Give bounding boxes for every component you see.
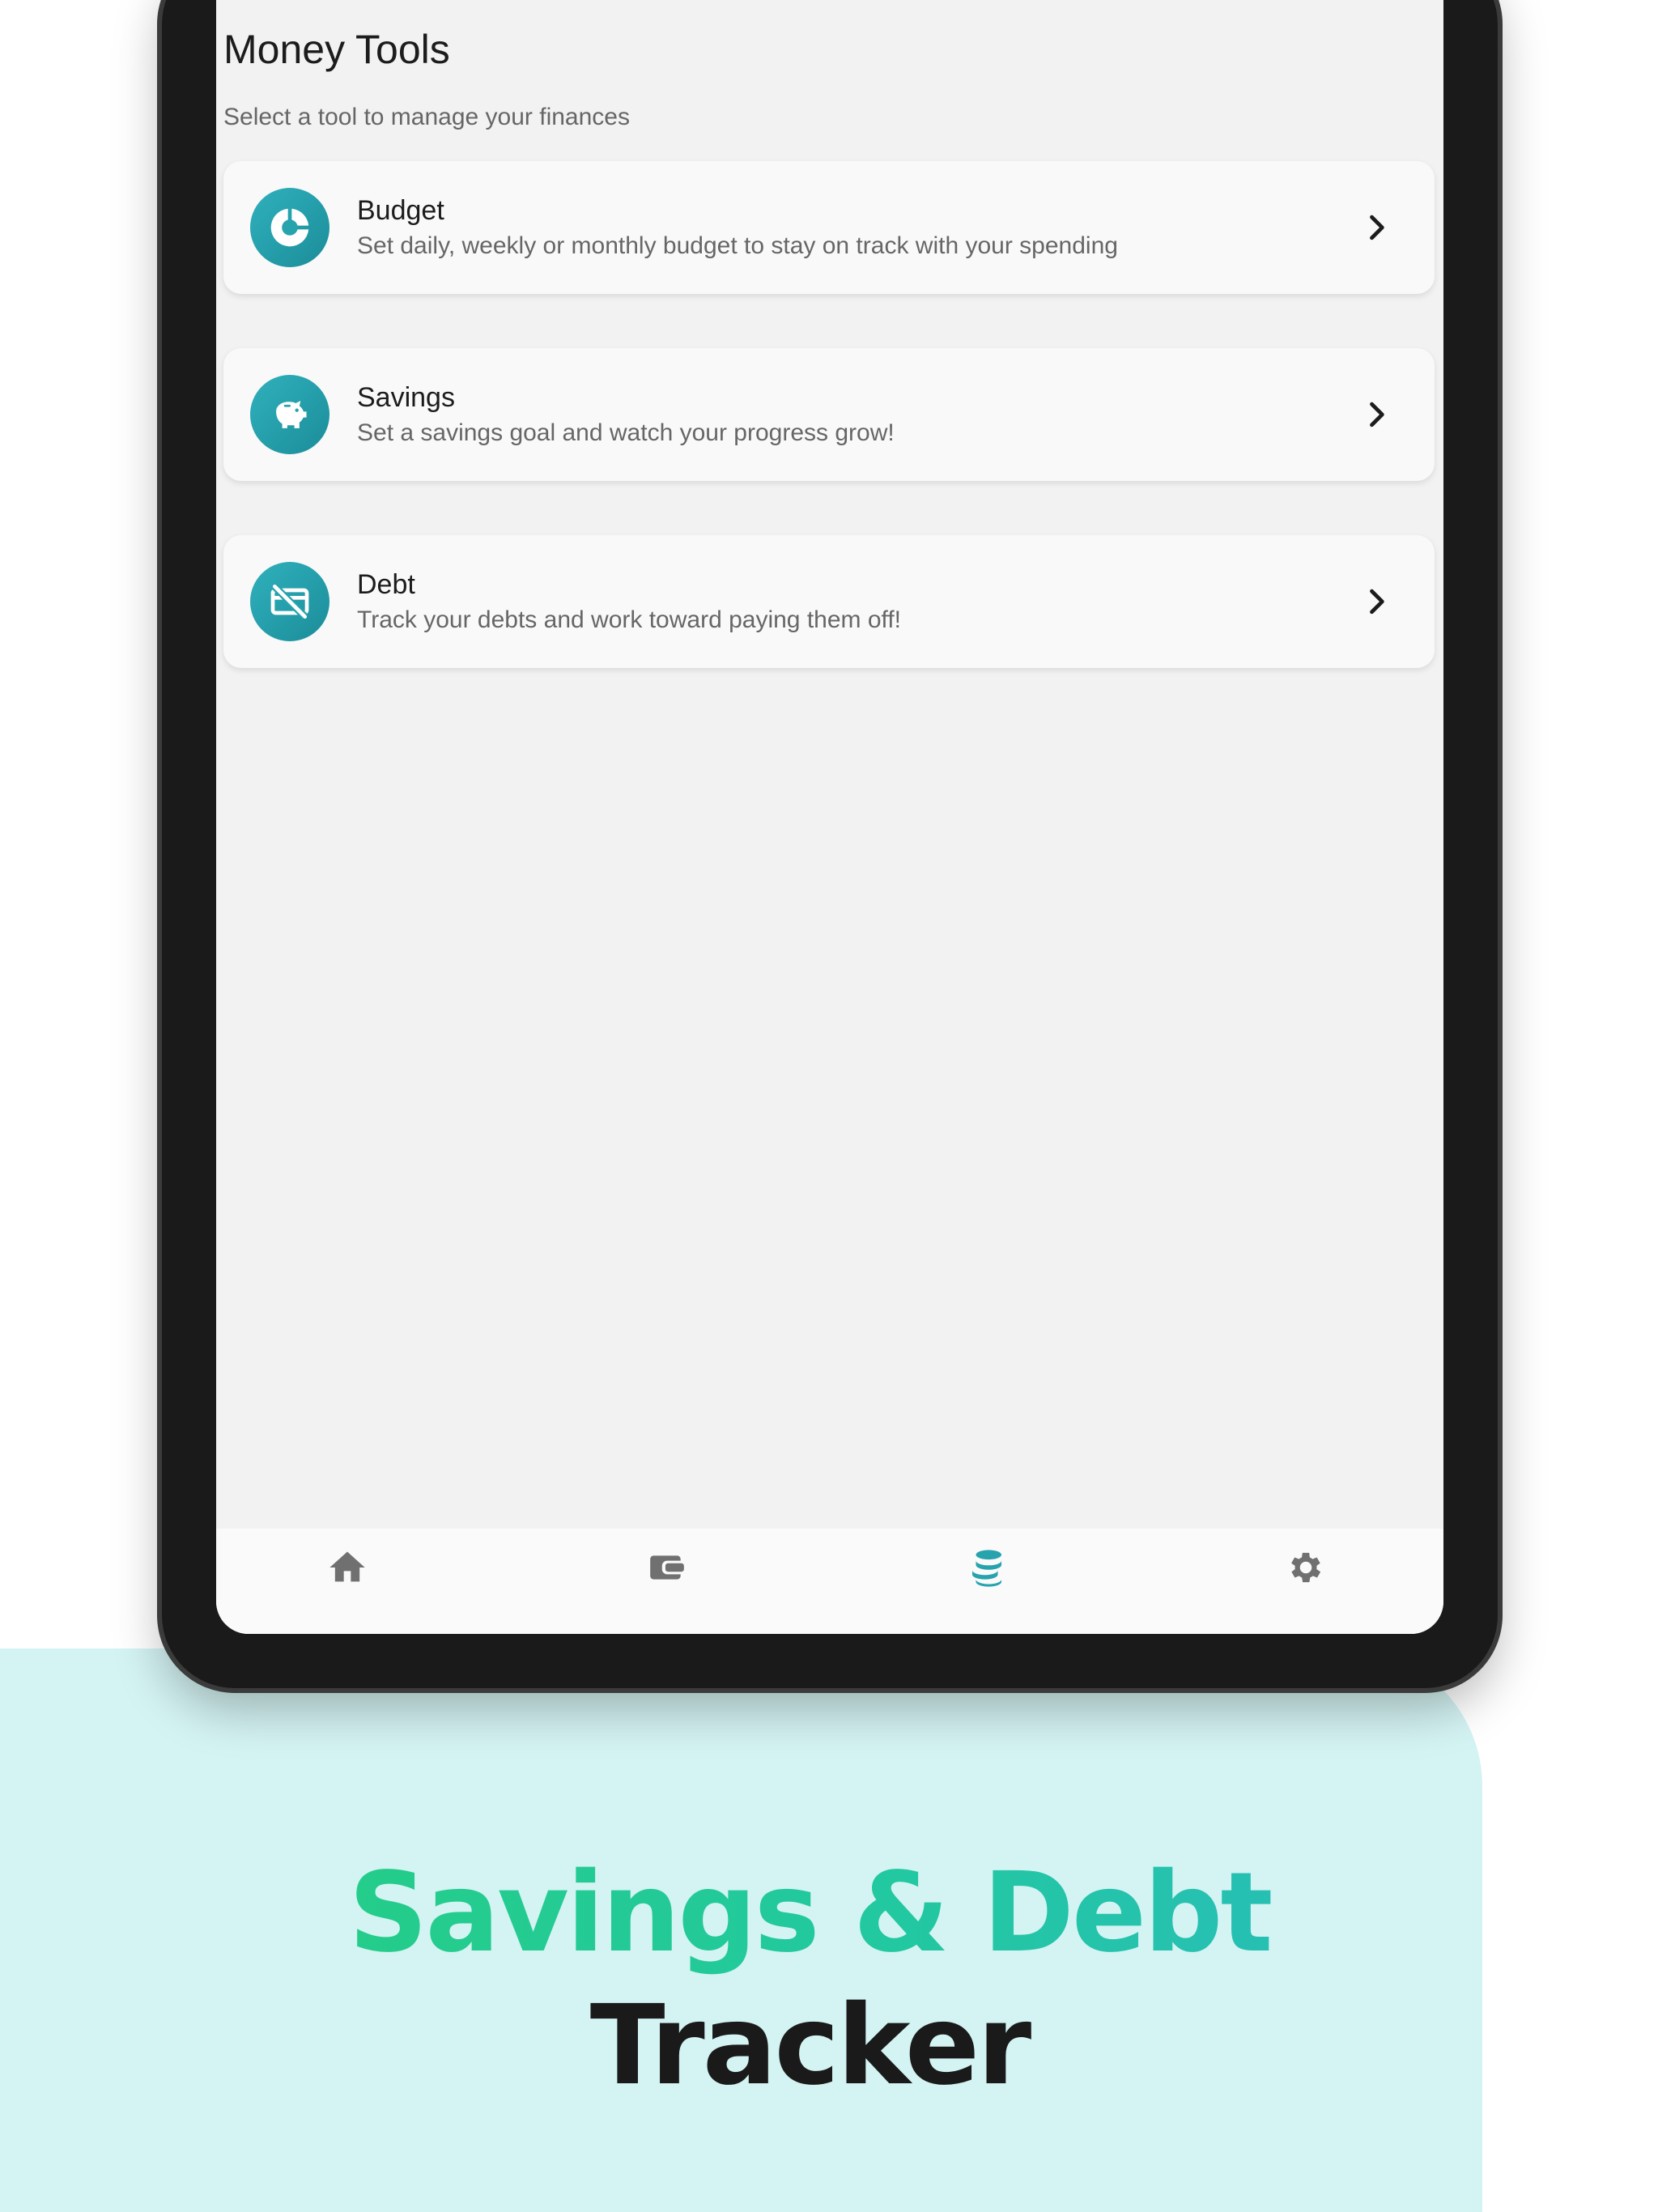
tool-description: Set daily, weekly or monthly budget to s…	[357, 232, 1118, 259]
no-card-icon	[250, 562, 329, 641]
nav-wallet[interactable]	[644, 1545, 690, 1590]
wallet-icon	[650, 1555, 684, 1580]
tool-description: Track your debts and work toward paying …	[357, 606, 901, 633]
gear-icon	[1291, 1552, 1321, 1583]
tool-title: Savings	[357, 382, 455, 413]
pie-chart-icon	[250, 188, 329, 267]
chevron-right-icon	[1370, 215, 1384, 240]
nav-settings[interactable]	[1283, 1545, 1329, 1590]
tablet-device: Money Tools Select a tool to manage your…	[162, 0, 1498, 1688]
tool-card-savings[interactable]: Savings Set a savings goal and watch you…	[223, 348, 1435, 481]
home-icon	[329, 1551, 365, 1582]
tool-card-debt[interactable]: Debt Track your debts and work toward pa…	[223, 535, 1435, 668]
page-title: Money Tools	[223, 27, 450, 72]
chevron-right-icon	[1370, 402, 1384, 428]
nav-money-tools[interactable]	[964, 1545, 1010, 1590]
promo-headline-line2: Tracker	[589, 1982, 1031, 2110]
chevron-right-icon	[1370, 589, 1384, 615]
tool-description: Set a savings goal and watch your progre…	[357, 419, 895, 446]
tool-title: Budget	[357, 195, 444, 226]
tool-card-budget[interactable]: Budget Set daily, weekly or monthly budg…	[223, 161, 1435, 294]
coins-stack-icon	[972, 1550, 1001, 1587]
tool-title: Debt	[357, 569, 415, 600]
app-screen: Money Tools Select a tool to manage your…	[216, 0, 1443, 1634]
bottom-navigation	[216, 1529, 1443, 1634]
piggy-bank-icon	[250, 375, 329, 454]
page-subtitle: Select a tool to manage your finances	[223, 104, 630, 130]
nav-home[interactable]	[325, 1545, 370, 1590]
promo-headline-line1: Savings & Debt	[0, 1849, 1619, 1977]
